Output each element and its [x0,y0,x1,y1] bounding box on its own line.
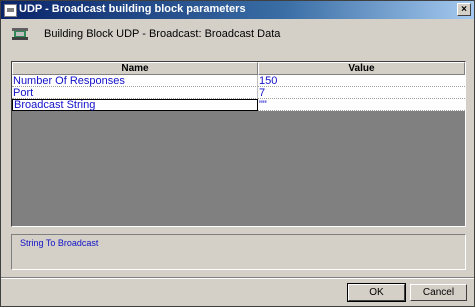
title-bar[interactable]: UDP - Broadcast building block parameter… [1,1,474,19]
cancel-button[interactable]: Cancel [410,284,467,301]
grid-header: Name Value [12,62,465,75]
row-value-cell[interactable]: 7 [258,87,465,99]
description-text: String To Broadcast [20,238,99,248]
table-row[interactable]: Number Of Responses 150 [12,75,465,87]
parameter-grid: Name Value Number Of Responses 150 Port … [11,61,466,227]
table-row-selected[interactable]: Broadcast String "" [12,99,465,111]
row-name-cell[interactable]: Broadcast String [12,99,258,111]
building-block-icon [12,28,28,40]
row-value-cell[interactable]: "" [258,99,465,111]
dialog-window: UDP - Broadcast building block parameter… [0,0,475,307]
app-icon [4,4,17,17]
row-value-cell[interactable]: 150 [258,75,465,87]
window-title: UDP - Broadcast building block parameter… [19,3,246,15]
row-name-cell[interactable]: Port [12,87,258,99]
close-button[interactable]: × [457,3,471,16]
column-header-name[interactable]: Name [12,62,258,75]
ok-button[interactable]: OK [347,283,406,302]
description-panel: String To Broadcast [11,234,466,270]
row-name-cell[interactable]: Number Of Responses [12,75,258,87]
table-row[interactable]: Port 7 [12,87,465,99]
divider [1,278,474,279]
building-block-label: Building Block UDP - Broadcast: Broadcas… [44,28,281,40]
column-header-value[interactable]: Value [258,62,465,75]
